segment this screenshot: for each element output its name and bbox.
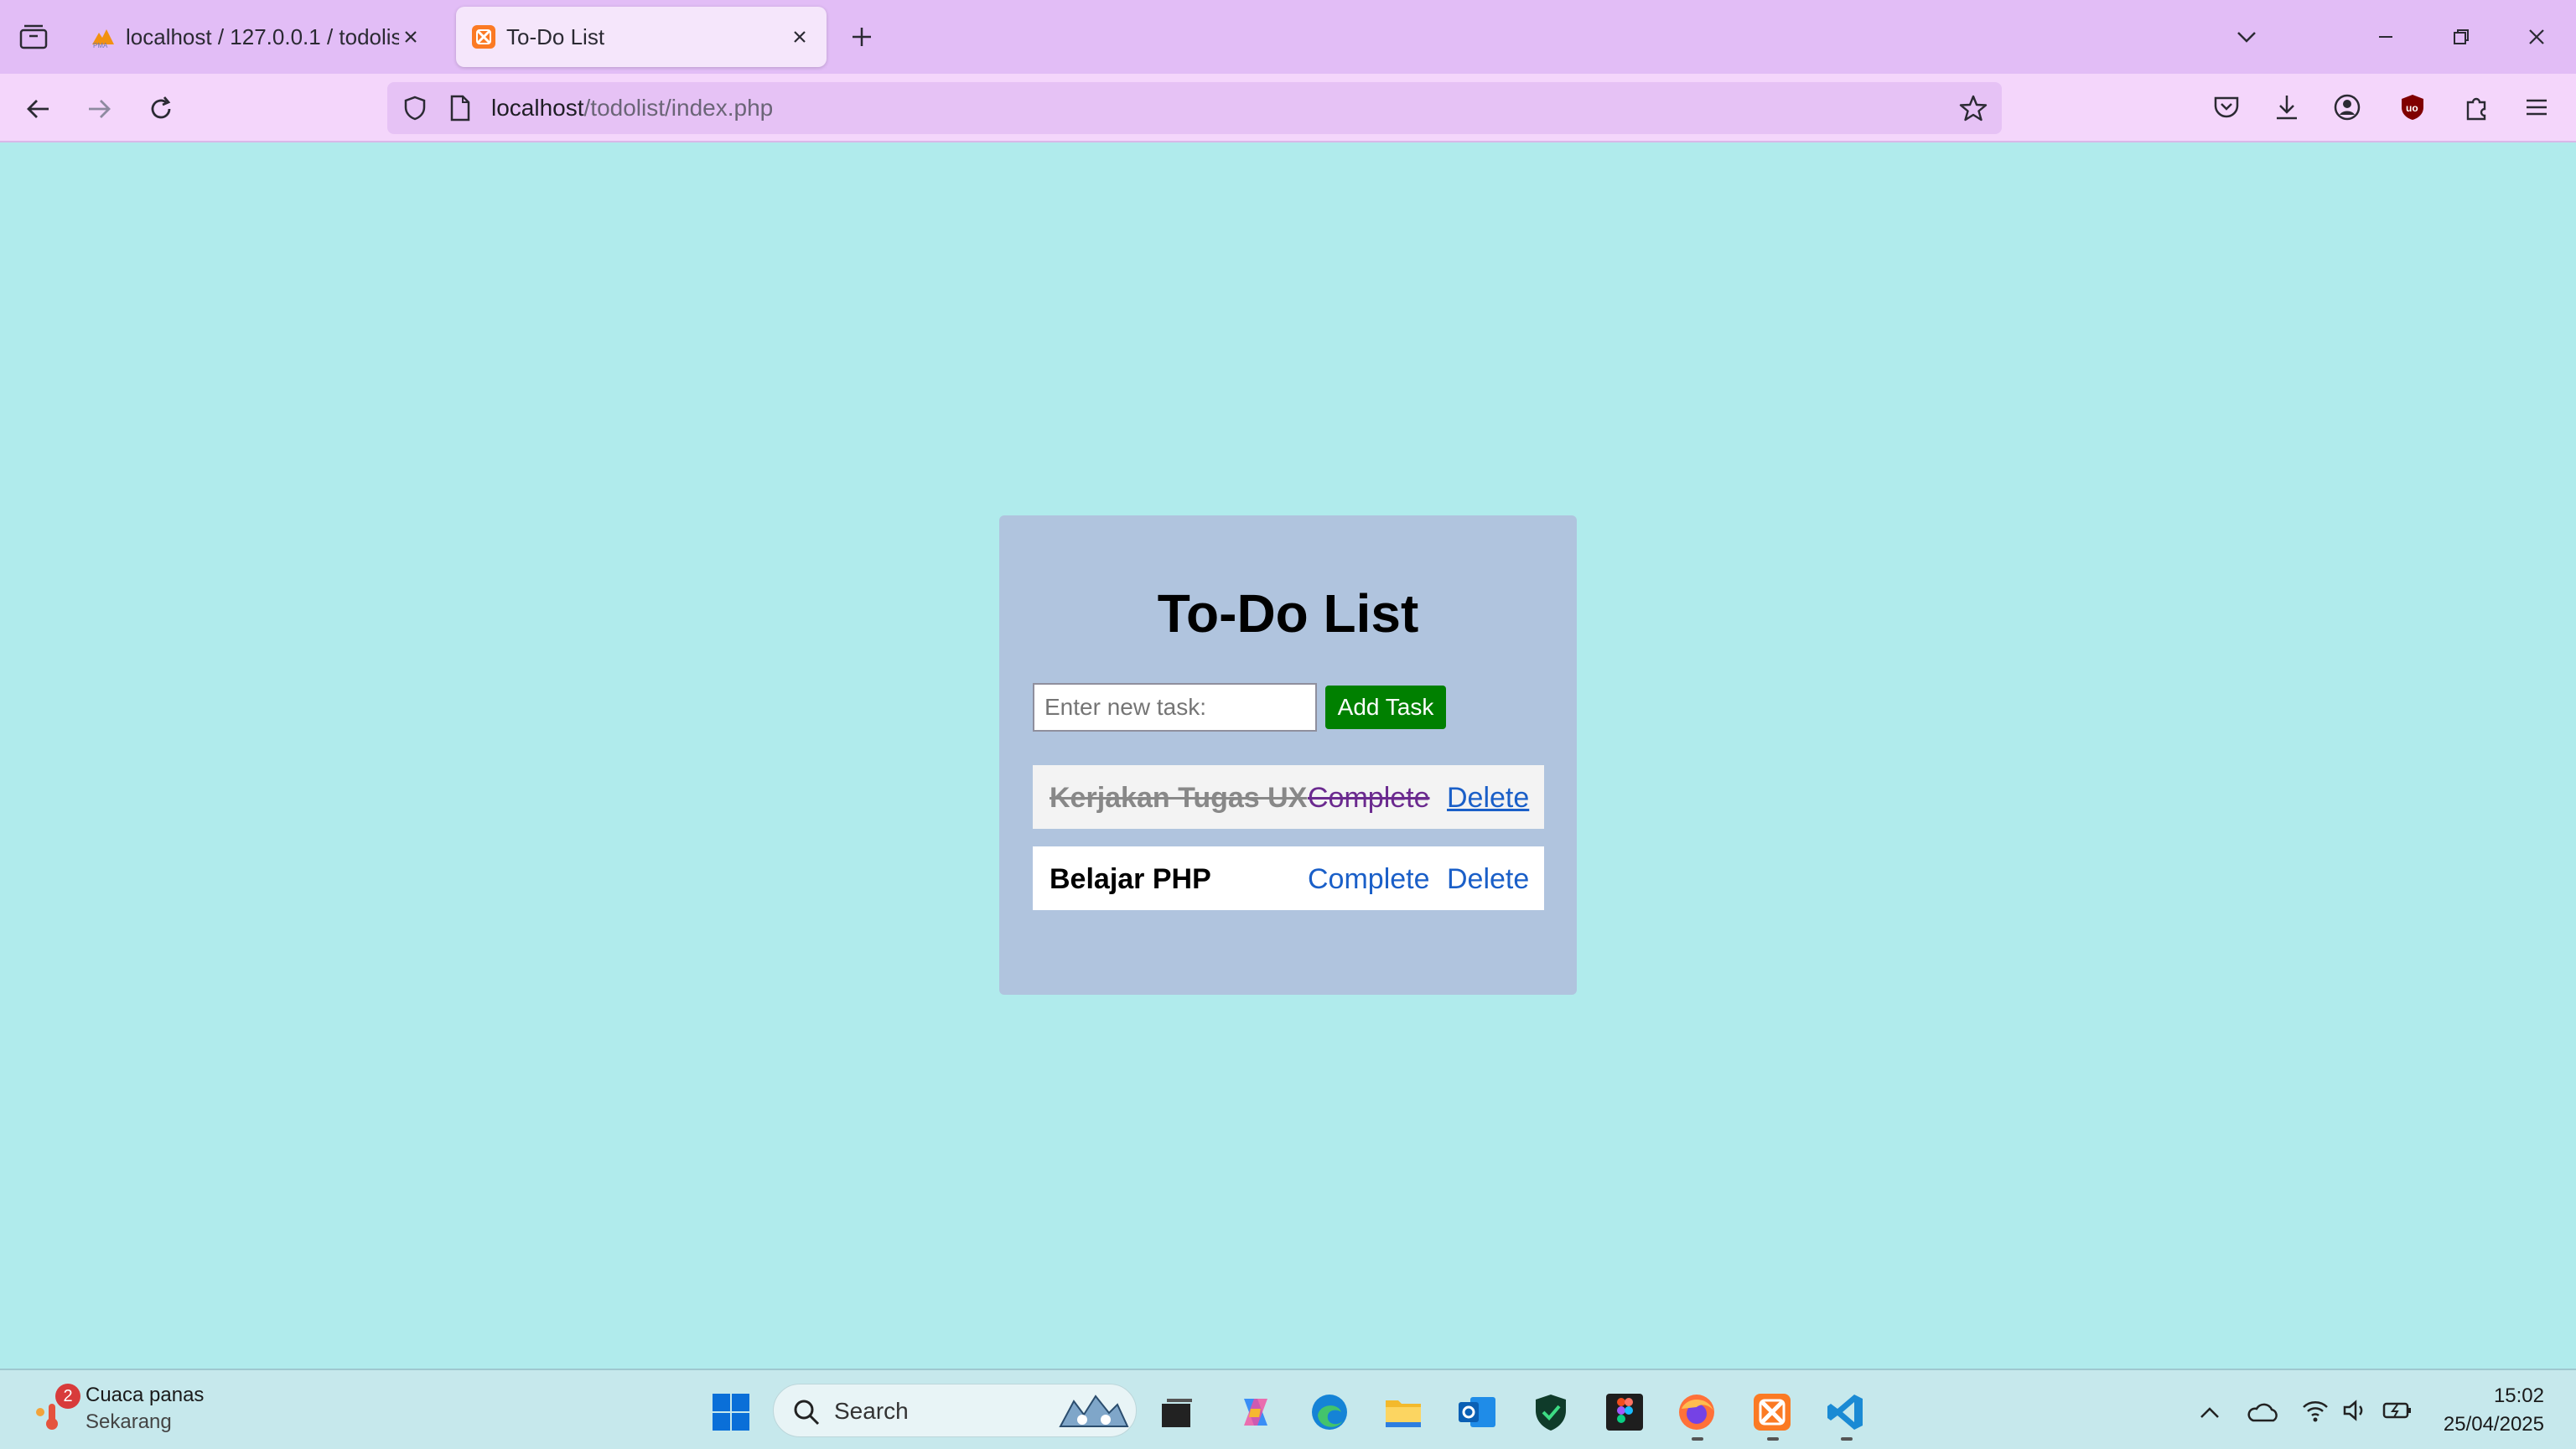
- url-host: localhost: [491, 95, 584, 121]
- weather-text[interactable]: Cuaca panas Sekarang: [86, 1382, 204, 1436]
- notification-badge: 2: [55, 1384, 80, 1409]
- pocket-icon[interactable]: [2211, 92, 2242, 122]
- tab-title: To-Do List: [506, 23, 605, 49]
- start-windows-icon[interactable]: [711, 1392, 751, 1432]
- delete-link[interactable]: Delete: [1447, 863, 1529, 896]
- tab-strip: PMA localhost / 127.0.0.1 / todolist / T…: [0, 0, 2576, 74]
- copilot-icon[interactable]: [1236, 1392, 1276, 1432]
- new-task-input[interactable]: [1033, 683, 1317, 732]
- show-hidden-icons-icon[interactable]: [2195, 1397, 2225, 1427]
- weather-title: Cuaca panas: [86, 1384, 205, 1406]
- task-name: Belajar PHP: [1050, 863, 1211, 895]
- security-shield-icon[interactable]: [1531, 1392, 1571, 1432]
- task-view-icon[interactable]: [1157, 1392, 1197, 1432]
- volume-icon[interactable]: [2340, 1395, 2371, 1426]
- delete-link[interactable]: Delete: [1447, 782, 1529, 815]
- weather-subtitle: Sekarang: [86, 1410, 172, 1433]
- add-task-button[interactable]: Add Task: [1325, 686, 1446, 729]
- svg-text:uo: uo: [2406, 102, 2418, 114]
- running-indicator: [1841, 1437, 1853, 1441]
- task-name: Kerjakan Tugas UX: [1050, 782, 1308, 814]
- taskbar-search[interactable]: Search: [773, 1384, 1137, 1437]
- clock[interactable]: 15:02 25/04/2025: [2444, 1382, 2544, 1439]
- taskbar: 2 Cuaca panas Sekarang Search 15:02 25/0…: [0, 1369, 2576, 1449]
- edge-icon[interactable]: [1309, 1392, 1350, 1432]
- wifi-icon[interactable]: [2300, 1395, 2330, 1426]
- account-icon[interactable]: [2332, 92, 2362, 122]
- svg-text:PMA: PMA: [93, 42, 108, 49]
- list-all-tabs-icon[interactable]: [2233, 23, 2260, 50]
- tab-todo-list[interactable]: To-Do List: [456, 7, 827, 67]
- complete-link[interactable]: Complete: [1308, 863, 1430, 896]
- download-icon[interactable]: [2272, 92, 2302, 122]
- url-text: localhost/todolist/index.php: [491, 95, 773, 122]
- clock-time: 15:02: [2493, 1384, 2544, 1407]
- page-icon[interactable]: [448, 94, 473, 122]
- file-explorer-icon[interactable]: [1383, 1392, 1423, 1432]
- minimize-icon[interactable]: [2372, 23, 2399, 50]
- ublock-origin-icon[interactable]: uo: [2397, 92, 2428, 122]
- weather-widget[interactable]: 2: [32, 1384, 82, 1437]
- navigation-bar: localhost/todolist/index.php uo: [0, 74, 2576, 142]
- close-icon[interactable]: [788, 25, 811, 49]
- xampp-icon[interactable]: [1752, 1392, 1792, 1432]
- back-icon[interactable]: [23, 94, 54, 124]
- page-title: To-Do List: [1157, 583, 1419, 644]
- tab-overview-icon[interactable]: [18, 23, 49, 50]
- search-icon: [792, 1398, 821, 1426]
- phpmyadmin-icon: PMA: [91, 24, 116, 49]
- onedrive-icon[interactable]: [2247, 1397, 2280, 1427]
- complete-link[interactable]: Complete: [1308, 782, 1430, 815]
- shield-icon[interactable]: [401, 94, 429, 122]
- tab-phpmyadmin[interactable]: PMA localhost / 127.0.0.1 / todolist /: [75, 7, 438, 67]
- extensions-icon[interactable]: [2461, 92, 2491, 122]
- reload-icon[interactable]: [146, 94, 176, 124]
- restore-icon[interactable]: [2448, 23, 2475, 50]
- todo-card: To-Do List Add Task Kerjakan Tugas UX Co…: [999, 515, 1577, 995]
- outlook-icon[interactable]: [1457, 1392, 1497, 1432]
- list-item: Belajar PHP Complete Delete: [1033, 846, 1544, 910]
- address-bar[interactable]: localhost/todolist/index.php: [387, 82, 2002, 134]
- tab-title: localhost / 127.0.0.1 / todolist /: [126, 23, 399, 49]
- forward-icon[interactable]: [84, 94, 114, 124]
- clock-date: 25/04/2025: [2443, 1413, 2544, 1436]
- figma-icon[interactable]: [1604, 1392, 1645, 1432]
- bookmark-star-icon[interactable]: [1958, 94, 1988, 124]
- running-indicator: [1767, 1437, 1779, 1441]
- list-item: Kerjakan Tugas UX Complete Delete: [1033, 765, 1544, 829]
- running-indicator: [1692, 1437, 1703, 1441]
- search-highlight-icon: [1057, 1389, 1129, 1433]
- menu-icon[interactable]: [2522, 92, 2552, 122]
- search-label: Search: [834, 1398, 909, 1424]
- firefox-icon[interactable]: [1677, 1392, 1717, 1432]
- vscode-icon[interactable]: [1826, 1392, 1866, 1432]
- battery-icon[interactable]: [2381, 1395, 2414, 1426]
- new-tab-icon[interactable]: [848, 23, 875, 50]
- close-icon[interactable]: [399, 25, 422, 49]
- xampp-icon: [471, 24, 496, 49]
- url-path: /todolist/index.php: [583, 95, 774, 121]
- window-close-icon[interactable]: [2523, 23, 2550, 50]
